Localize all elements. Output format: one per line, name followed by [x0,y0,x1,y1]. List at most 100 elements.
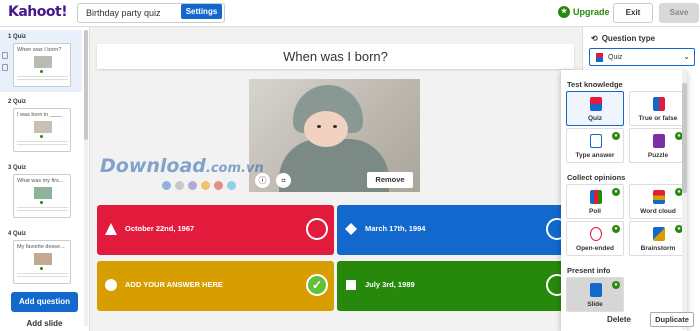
open-ended-icon [590,227,602,241]
question-type-heading: ⟲ Question type [591,34,656,43]
thumb-image [34,56,52,68]
thumb-answers [17,207,68,211]
premium-badge-icon: ★ [612,132,620,140]
slides-sidebar: 1 Quiz When was I born? 2 Quiz I was bor… [0,27,90,331]
slide-item-2[interactable]: 2 Quiz I was born in ____ [0,95,82,157]
puzzle-icon [653,134,665,148]
slide-thumbnail: My favorite desse... [13,240,71,284]
thumb-answers [17,76,68,80]
slide-icon [590,283,602,297]
circle-icon [105,279,117,291]
image-eye [333,125,337,128]
correct-check-icon[interactable]: ✓ [306,274,328,296]
option-word-cloud[interactable]: ★ Word cloud [629,184,687,219]
dropdown-scrollbar-thumb[interactable] [682,83,687,193]
answer-3[interactable]: ADD YOUR ANSWER HERE ✓ [97,261,334,311]
quiz-icon [590,97,602,111]
premium-badge-icon: ★ [612,188,620,196]
upgrade-button[interactable]: ★ Upgrade [558,6,610,18]
brainstorm-icon [653,227,665,241]
watermark-dots [162,181,236,190]
delete-button[interactable]: Delete [600,312,638,327]
thumb-image [34,253,52,265]
star-icon: ★ [558,6,570,18]
add-question-button[interactable]: Add question [11,292,78,312]
slide-label: 1 Quiz [8,34,27,40]
answer-text: July 3rd, 1989 [365,280,415,289]
thumb-question: My favorite desse... [17,244,65,250]
add-slide-button[interactable]: Add slide [11,316,78,331]
thumb-answers [17,141,68,145]
thumb-dot [40,135,43,138]
thumb-image [34,121,52,133]
answer-text: March 17th, 1994 [365,224,426,233]
slide-label: 4 Quiz [8,231,27,237]
slide-item-4[interactable]: 4 Quiz My favorite desse... [0,227,82,289]
save-button[interactable]: Save [659,3,699,23]
slide-item-3[interactable]: 3 Quiz What was my firs... [0,161,82,223]
true-false-icon [653,97,665,111]
answer-text: ADD YOUR ANSWER HERE [125,280,223,289]
question-type-select[interactable]: Quiz ⌄ [589,48,695,66]
option-true-false[interactable]: True or false [629,91,687,126]
duplicate-icon[interactable] [2,52,8,59]
slide-thumbnail: When was I born? [13,43,71,87]
slide-label: 3 Quiz [8,165,27,171]
kahoot-logo[interactable]: Kahoot! [8,4,68,20]
quiz-title: Birthday party quiz [86,8,161,18]
thumb-dot [40,267,43,270]
selected-type: Quiz [608,54,623,61]
thumb-question: What was my firs... [17,178,64,184]
option-slide[interactable]: ★ Slide [566,277,624,312]
answer-4[interactable]: July 3rd, 1989 [337,261,574,311]
image-eye [317,125,321,128]
question-input[interactable]: When was I born? [97,44,574,69]
option-open-ended[interactable]: ★ Open-ended [566,221,624,256]
image-face [304,111,348,147]
type-answer-icon [590,134,602,148]
section-present-info: Present info [567,266,611,275]
crop-icon[interactable]: ⌗ [276,173,291,188]
question-type-icon: ⟲ [591,34,598,43]
duplicate-button[interactable]: Duplicate [650,312,694,327]
slide-thumbnail: I was born in ____ [13,108,71,152]
answer-2[interactable]: March 17th, 1994 [337,205,574,255]
premium-badge-icon: ★ [612,225,620,233]
thumb-dot [40,201,43,204]
thumb-image [34,187,52,199]
remove-image-button[interactable]: Remove [367,172,413,188]
trash-icon[interactable] [2,64,8,71]
option-brainstorm[interactable]: ★ Brainstorm [629,221,687,256]
question-image: ⓘ ⌗ Remove [249,79,420,192]
option-puzzle[interactable]: ★ Puzzle [629,128,687,163]
thumb-dot [40,70,43,73]
thumb-answers [17,273,68,277]
option-quiz[interactable]: Quiz [566,91,624,126]
option-type-answer[interactable]: ★ Type answer [566,128,624,163]
option-poll[interactable]: ★ Poll [566,184,624,219]
exit-button[interactable]: Exit [613,3,653,23]
triangle-icon [105,223,117,235]
slide-label: 2 Quiz [8,99,27,105]
quiz-icon [596,53,603,62]
sidebar-scrollbar-thumb[interactable] [84,30,88,140]
watermark: Download.com.vn [100,155,264,177]
square-icon [346,280,356,290]
diamond-icon [345,223,357,235]
slide-item-1[interactable]: 1 Quiz When was I born? [0,30,82,92]
upgrade-label: Upgrade [573,7,610,17]
thumb-question: When was I born? [17,47,62,53]
chevron-down-icon: ⌄ [683,52,690,61]
word-cloud-icon [653,190,665,204]
section-collect-opinions: Collect opinions [567,173,626,182]
premium-badge-icon: ★ [612,281,620,289]
slide-thumbnail: What was my firs... [13,174,71,218]
settings-button[interactable]: Settings [181,4,222,19]
poll-icon [590,190,602,204]
answer-1[interactable]: October 22nd, 1967 [97,205,334,255]
top-bar: Kahoot! Birthday party quiz Settings ★ U… [0,0,700,27]
thumb-question: I was born in ____ [17,112,62,118]
section-test-knowledge: Test knowledge [567,80,623,89]
answer-text: October 22nd, 1967 [125,224,195,233]
correct-toggle[interactable] [306,218,328,240]
